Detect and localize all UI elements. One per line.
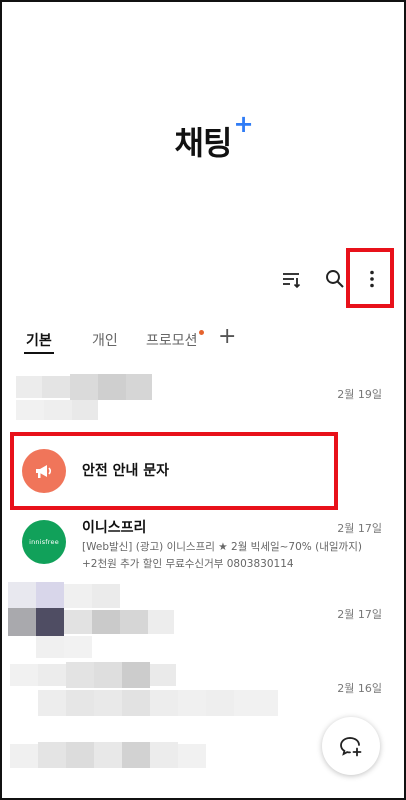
search-icon — [326, 270, 344, 288]
chat-row-innisfree[interactable]: innisfree 이니스프리 2월 17일 [Web발신] (광고) 이니스프… — [2, 512, 404, 578]
sort-filter-icon — [283, 273, 301, 289]
tab-promotion[interactable]: 프로모션 — [146, 330, 198, 350]
add-tab-button[interactable]: + — [218, 324, 236, 349]
header: 채팅 + — [2, 110, 404, 164]
more-button-highlight — [346, 248, 394, 308]
sort-filter-button[interactable] — [276, 264, 306, 294]
chat-preview-line-1: [Web발신] (광고) 이니스프리 ★ 2월 빅세일~70% (내일까지) — [82, 541, 362, 553]
app-frame: 채팅 + 기본 개인 프로모션 + 2월 19일 안전 안내 문자 innisf… — [0, 0, 406, 800]
chat-date: 2월 17일 — [337, 608, 382, 621]
chat-row-blurred-2[interactable]: 2월 17일 — [2, 580, 404, 662]
page-title: 채팅 — [174, 124, 233, 162]
new-chat-button[interactable] — [322, 717, 380, 775]
chat-preview-line-2: +2천원 추가 할인 무료수신거부 0803830114 — [82, 558, 294, 570]
title-plus-badge: + — [233, 110, 254, 138]
toolbar — [2, 264, 404, 294]
safety-alert-highlight — [10, 432, 338, 510]
chat-date: 2월 16일 — [337, 682, 382, 695]
tab-basic[interactable]: 기본 — [24, 330, 54, 354]
chat-date: 2월 19일 — [337, 388, 382, 401]
innisfree-avatar: innisfree — [22, 520, 66, 564]
chat-date: 2월 17일 — [337, 522, 382, 535]
chat-row-blurred-1[interactable]: 2월 19일 — [2, 372, 404, 428]
chat-row-blurred-3[interactable]: 2월 16일 — [2, 662, 404, 722]
promotion-new-dot — [199, 330, 204, 335]
new-chat-icon — [340, 737, 362, 757]
tab-personal[interactable]: 개인 — [92, 330, 118, 350]
chat-name: 이니스프리 — [82, 520, 147, 536]
tab-bar: 기본 개인 프로모션 + — [24, 324, 404, 360]
